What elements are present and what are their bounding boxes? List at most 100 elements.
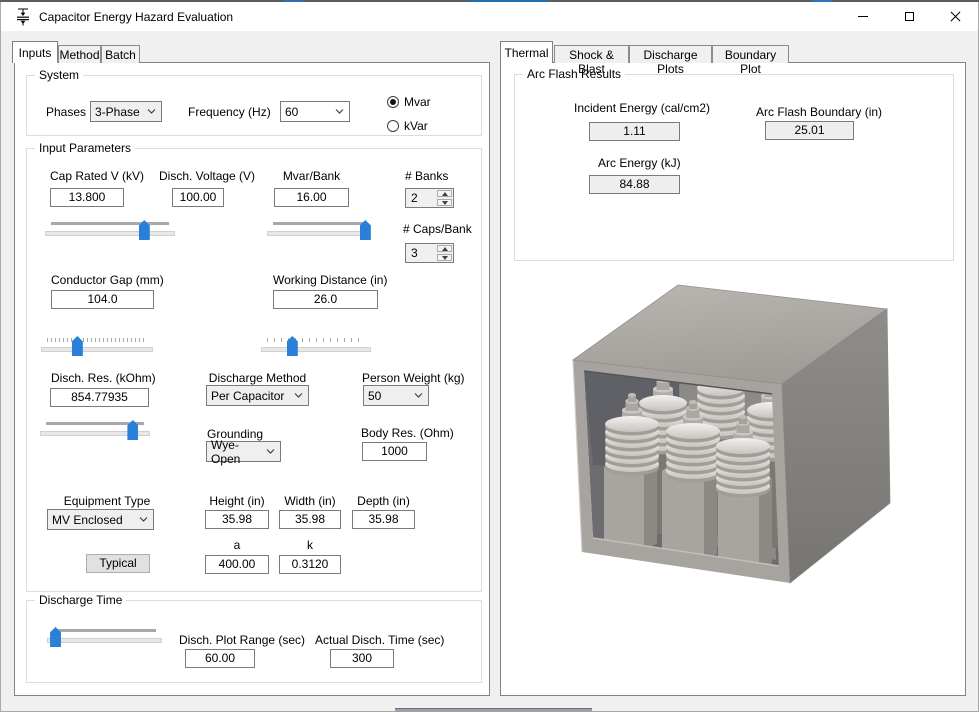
app-window: Capacitor Energy Hazard Evaluation Input…: [0, 0, 979, 712]
typical-button[interactable]: Typical: [86, 554, 150, 573]
actual-disch-time-label: Actual Disch. Time (sec): [315, 633, 440, 647]
tab-thermal[interactable]: Thermal: [500, 41, 553, 63]
mvar-per-bank-slider[interactable]: [267, 219, 370, 245]
grounding-select[interactable]: Wye-Open: [206, 441, 281, 462]
arc-flash-boundary-label: Arc Flash Boundary (in): [756, 105, 865, 119]
up-arrow-icon: [442, 247, 448, 251]
tab-boundary-plot[interactable]: Boundary Plot: [712, 45, 789, 63]
conductor-gap-field[interactable]: 104.0: [51, 290, 154, 309]
discharge-method-label: Discharge Method: [206, 371, 309, 385]
titlebar: Capacitor Energy Hazard Evaluation: [1, 2, 978, 31]
discharge-method-value: Per Capacitor: [211, 389, 284, 403]
mvar-per-bank-label: Mvar/Bank: [274, 169, 349, 183]
body-res-field[interactable]: 1000: [362, 442, 427, 461]
slider-track: [267, 231, 370, 236]
person-weight-value: 50: [368, 389, 381, 403]
window-title: Capacitor Energy Hazard Evaluation: [39, 10, 233, 24]
close-button[interactable]: [932, 2, 978, 31]
maximize-icon: [905, 12, 914, 21]
a-field[interactable]: 400.00: [205, 555, 269, 574]
disch-res-field[interactable]: 854.77935: [50, 388, 149, 407]
conductor-gap-label: Conductor Gap (mm): [51, 273, 154, 287]
caps-per-bank-value: 3: [406, 244, 437, 262]
caps-per-bank-stepper[interactable]: 3: [405, 243, 454, 263]
chevron-down-icon: [147, 109, 156, 114]
arc-flash-boundary-field[interactable]: 25.01: [765, 121, 854, 140]
discharge-time-group: Discharge Time Disch. Plot Range (sec) 6…: [26, 600, 482, 683]
conductor-gap-slider[interactable]: [41, 335, 153, 361]
down-arrow-icon: [442, 256, 448, 260]
num-banks-label: # Banks: [405, 169, 448, 183]
slider-ticks: [51, 222, 169, 225]
discharge-method-select[interactable]: Per Capacitor: [206, 385, 309, 406]
chevron-down-icon: [414, 393, 423, 398]
body-res-label: Body Res. (Ohm): [361, 426, 454, 440]
tab-discharge-plots[interactable]: Discharge Plots: [629, 45, 712, 63]
incident-energy-label: Incident Energy (cal/cm2): [574, 101, 697, 115]
num-banks-up-button[interactable]: [437, 190, 452, 197]
num-banks-down-button[interactable]: [437, 199, 452, 206]
num-banks-value: 2: [406, 189, 437, 207]
frequency-label: Frequency (Hz): [188, 105, 271, 119]
mvar-per-bank-field[interactable]: 16.00: [274, 188, 349, 207]
slider-track: [45, 231, 175, 236]
working-distance-field[interactable]: 26.0: [273, 290, 378, 309]
disch-res-slider[interactable]: [40, 419, 150, 445]
cap-rated-v-slider[interactable]: [45, 219, 175, 245]
arc-energy-label: Arc Energy (kJ): [598, 156, 671, 170]
a-label: a: [205, 538, 269, 552]
cap-rated-v-field[interactable]: 13.800: [50, 188, 124, 207]
maximize-button[interactable]: [886, 2, 932, 31]
capacitor-icon: [15, 8, 31, 26]
equipment-type-value: MV Enclosed: [52, 513, 123, 527]
actual-disch-time-field[interactable]: 300: [330, 649, 394, 668]
down-arrow-icon: [442, 201, 448, 205]
num-banks-stepper[interactable]: 2: [405, 188, 454, 208]
caps-per-bank-label: # Caps/Bank: [403, 222, 472, 236]
mvar-radio-label[interactable]: Mvar: [404, 95, 431, 109]
up-arrow-icon: [442, 192, 448, 196]
cap-rated-v-label: Cap Rated V (kV): [50, 169, 134, 183]
slider-ticks: [47, 338, 147, 342]
tab-inputs[interactable]: Inputs: [12, 41, 58, 63]
caps-per-bank-up-button[interactable]: [437, 245, 452, 252]
system-group: System Phases 3-Phase Frequency (Hz) 60 …: [26, 75, 482, 136]
width-label: Width (in): [279, 494, 341, 508]
phases-label: Phases: [46, 105, 86, 119]
disch-res-label: Disch. Res. (kOhm): [51, 371, 143, 385]
tab-shock-blast[interactable]: Shock & Blast: [554, 45, 629, 63]
tab-method[interactable]: Method: [58, 45, 101, 63]
capacitor-bank-3d-render: [509, 270, 959, 694]
plot-range-field[interactable]: 60.00: [185, 649, 255, 668]
input-parameters-group-title: Input Parameters: [35, 141, 135, 155]
close-icon: [950, 11, 961, 22]
slider-track: [261, 347, 371, 352]
frequency-select[interactable]: 60: [280, 101, 350, 122]
phases-select[interactable]: 3-Phase: [90, 101, 162, 122]
k-label: k: [279, 538, 341, 552]
arc-flash-results-title: Arc Flash Results: [523, 67, 625, 81]
slider-ticks: [267, 338, 365, 342]
disch-voltage-field[interactable]: 100.00: [172, 188, 224, 207]
inputs-tab-page: System Phases 3-Phase Frequency (Hz) 60 …: [14, 62, 490, 696]
mvar-radio[interactable]: [387, 96, 399, 108]
equipment-type-select[interactable]: MV Enclosed: [47, 509, 154, 530]
depth-field[interactable]: 35.98: [352, 510, 415, 529]
height-label: Height (in): [205, 494, 269, 508]
incident-energy-field[interactable]: 1.11: [589, 122, 680, 141]
person-weight-select[interactable]: 50: [363, 385, 429, 406]
arc-energy-field[interactable]: 84.88: [589, 175, 680, 194]
tab-batch[interactable]: Batch: [101, 45, 140, 63]
k-field[interactable]: 0.3120: [279, 555, 341, 574]
working-distance-slider[interactable]: [261, 335, 371, 361]
plot-range-label: Disch. Plot Range (sec): [179, 633, 291, 647]
discharge-time-slider[interactable]: [47, 626, 162, 652]
caps-per-bank-down-button[interactable]: [437, 254, 452, 261]
width-field[interactable]: 35.98: [279, 510, 341, 529]
slider-track: [41, 347, 153, 352]
height-field[interactable]: 35.98: [205, 510, 269, 529]
kvar-radio-label[interactable]: kVar: [404, 119, 428, 133]
frequency-value: 60: [285, 105, 298, 119]
kvar-radio[interactable]: [387, 120, 399, 132]
minimize-button[interactable]: [840, 2, 886, 31]
